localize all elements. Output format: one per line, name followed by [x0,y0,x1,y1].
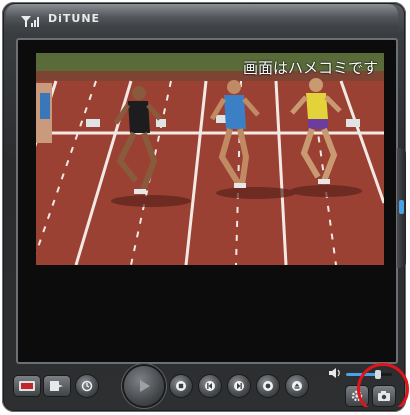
control-bar [6,364,404,410]
timer-icon [81,380,93,392]
title-bar[interactable]: DiTUNE [6,4,398,28]
stop-button[interactable] [170,375,192,397]
video-display[interactable]: 画面はハメコミです [36,53,384,265]
next-icon [234,381,244,391]
record-button[interactable] [257,375,279,397]
app-title: DiTUNE [48,12,101,25]
signal-icon [21,16,39,27]
eject-button[interactable] [286,375,308,397]
export-button[interactable] [44,376,70,396]
overlay-caption: 画面はハメコミです [242,59,378,77]
side-handle-indicator [399,200,404,214]
tv-button[interactable] [14,376,40,396]
play-icon [140,380,150,392]
stop-icon [176,381,186,391]
eject-icon [292,381,302,391]
speaker-icon [329,368,340,378]
timer-button[interactable] [76,375,98,397]
side-panel-handle[interactable] [397,148,406,268]
previous-icon [205,381,215,391]
video-frame [36,53,384,265]
export-icon [50,381,63,391]
previous-button[interactable] [199,375,221,397]
record-icon [263,381,273,391]
tv-icon [19,381,35,391]
next-button[interactable] [228,375,250,397]
play-button[interactable] [124,366,164,406]
